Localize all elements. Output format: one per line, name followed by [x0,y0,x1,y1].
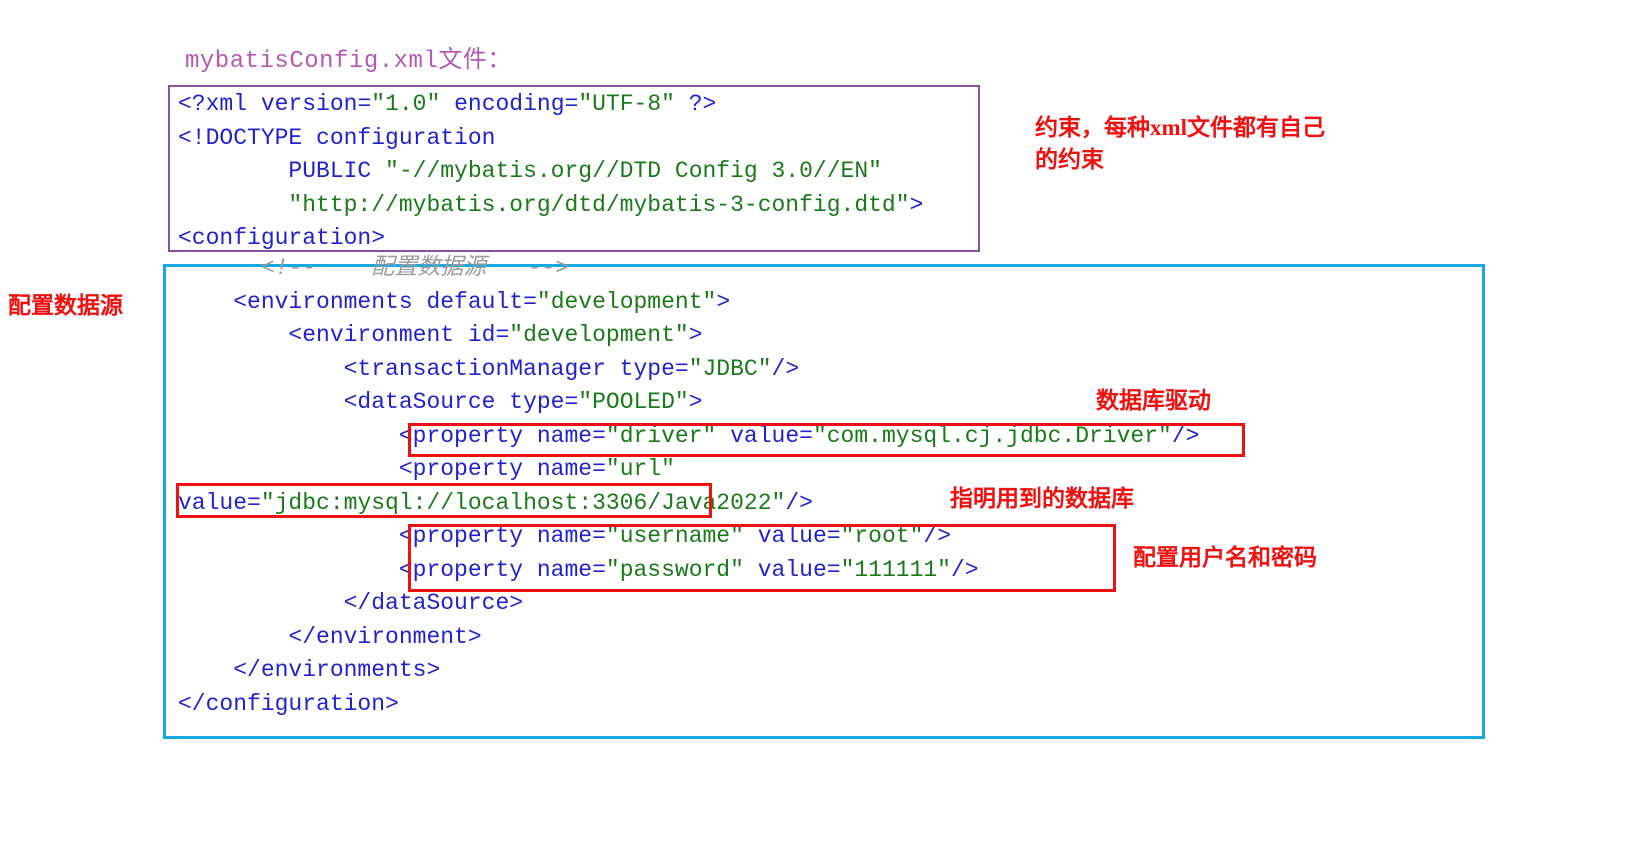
code-token: <!DOCTYPE configuration [178,124,496,151]
code-token: > [716,288,731,315]
url-value-highlight [176,483,712,518]
code-token: > [909,191,924,218]
code-token: "JDBC" [688,355,772,382]
code-token: "development" [536,288,717,315]
code-token: <!-- 配置数据源 --> [178,255,570,281]
code-token: </environment> [178,623,482,650]
code-line: <?xml version="1.0" encoding="UTF-8" ?> [178,88,923,122]
code-line: <dataSource type="POOLED"> [178,386,1199,420]
annotation-database-driver: 数据库驱动 [1096,388,1211,413]
code-token: /> [771,355,800,382]
code-token: <?xml [178,91,261,117]
code-line: "http://mybatis.org/dtd/mybatis-3-config… [178,189,923,223]
code-line: <transactionManager type="JDBC"/> [178,353,1199,387]
code-token: "POOLED" [578,389,689,415]
code-token: = [564,91,579,117]
code-token: id [467,322,496,348]
code-line: <environment id="development"> [178,319,1199,353]
code-line: </dataSource> [178,587,1199,621]
code-token: /> [785,489,813,516]
code-token: </environments> [178,657,441,683]
code-token: type [509,389,565,415]
page-title: mybatisConfig.xml文件： [185,48,512,75]
code-line: PUBLIC "-//mybatis.org//DTD Config 3.0//… [178,155,923,189]
code-token: </dataSource> [178,590,524,616]
code-token: ?> [674,91,717,117]
code-token: = [495,322,510,348]
username-password-highlight [408,524,1116,592]
code-token: = [674,355,689,382]
code-line: <configuration> [178,222,923,256]
code-token: encoding [454,91,565,117]
code-token: name [536,456,593,482]
code-token: <environments [178,288,427,315]
code-line: </configuration> [178,688,1199,722]
code-line: <property name="url" [178,453,1199,487]
code-token: version [260,91,358,117]
code-token: type [619,355,675,382]
code-line: <environments default="development"> [178,286,1199,320]
annotation-dtd-constraint: 约束，每种xml文件都有自己 的约束 [1035,115,1326,172]
code-token: "http://mybatis.org/dtd/mybatis-3-config… [288,191,910,218]
code-token: = [523,288,537,315]
code-token: > [688,389,703,415]
annotation-database-url: 指明用到的数据库 [950,486,1134,511]
code-token: = [357,91,372,117]
code-line: </environment> [178,621,1199,655]
xml-prolog-code: <?xml version="1.0" encoding="UTF-8" ?> <… [178,88,923,256]
code-token: <transactionManager [178,355,620,382]
code-token: = [564,389,579,415]
annotation-configure-datasource: 配置数据源 [8,293,123,318]
code-token: <environment [178,322,468,348]
driver-property-highlight [408,423,1245,457]
code-token: > [688,322,703,348]
annotation-username-password: 配置用户名和密码 [1133,545,1317,570]
code-line: </environments> [178,654,1199,688]
code-token: default [426,288,524,315]
code-token: "1.0" [371,91,441,117]
code-token: </configuration> [178,690,399,717]
code-line: <!-- 配置数据源 --> [178,252,1199,286]
code-token: <property [178,456,537,482]
code-token: "url" [605,456,675,482]
code-token: = [592,456,606,482]
code-token: "-//mybatis.org//DTD Config 3.0//EN" [385,158,882,184]
code-token: PUBLIC [178,158,386,184]
code-token: <configuration> [178,225,386,251]
code-line: <!DOCTYPE configuration [178,122,923,156]
code-token: "development" [509,322,689,348]
code-token: <dataSource [178,389,510,415]
code-token: "UTF-8" [578,91,675,117]
